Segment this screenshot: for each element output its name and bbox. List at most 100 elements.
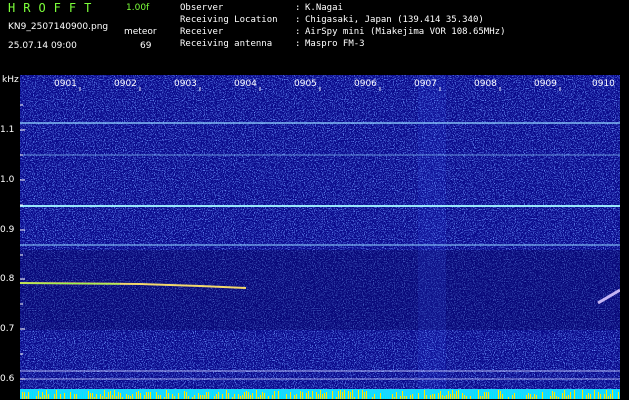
- y-tick-label: 0.9: [0, 225, 15, 235]
- signal-level-bar: [568, 395, 569, 399]
- signal-level-bar: [462, 393, 463, 399]
- signal-level-bar: [282, 396, 283, 399]
- signal-level-bar: [54, 394, 55, 399]
- signal-level-bar: [562, 393, 563, 399]
- y-tick-label: 1.0: [0, 175, 15, 185]
- signal-level-bar: [616, 390, 617, 399]
- signal-level-bar: [396, 392, 397, 399]
- meta-location: Receiving Location: Chigasaki, Japan (139…: [180, 15, 484, 25]
- signal-level-bar: [520, 393, 521, 399]
- signal-level-bar: [500, 391, 501, 399]
- signal-level-bar: [430, 395, 431, 399]
- signal-level-bar: [446, 395, 447, 399]
- x-tick-label: 0902: [114, 79, 137, 89]
- signal-level-bar: [178, 393, 179, 399]
- signal-level-bar: [600, 394, 601, 399]
- signal-level-bar: [594, 390, 595, 399]
- spectrogram-plot: 0901 0902 0903 0904 0905 0906 0907 0908 …: [20, 75, 620, 399]
- signal-level-bar: [356, 397, 357, 399]
- signal-level-bar: [556, 396, 557, 399]
- signal-level-bar: [380, 393, 381, 399]
- signal-level-bar: [450, 394, 451, 399]
- signal-level-bar: [438, 393, 439, 399]
- signal-level-bar: [254, 393, 255, 399]
- signal-level-bar: [492, 392, 493, 399]
- meta-value: AirSpy mini (Miakejima VOR 108.65MHz): [305, 27, 506, 37]
- meta-key: Receiving Location: [180, 15, 278, 25]
- signal-level-bar: [424, 390, 425, 399]
- signal-level-bar: [28, 392, 29, 399]
- signal-level-bar: [362, 390, 363, 399]
- signal-level-bar: [66, 392, 67, 399]
- signal-level-bar: [94, 397, 95, 399]
- meta-separator: :: [295, 39, 301, 49]
- signal-level-bar: [480, 396, 481, 399]
- x-tick-label: 0910: [592, 79, 615, 89]
- signal-level-bar: [400, 396, 401, 399]
- signal-level-bar: [276, 392, 277, 399]
- signal-level-bar: [120, 393, 121, 399]
- signal-level-bar: [50, 391, 51, 399]
- signal-level-bar: [344, 390, 345, 399]
- signal-level-bar: [486, 392, 487, 399]
- x-tick-label: 0909: [534, 79, 557, 89]
- signal-level-bar: [384, 395, 385, 399]
- signal-level-bar: [578, 396, 579, 399]
- signal-level-bar: [614, 390, 615, 399]
- signal-level-bar: [372, 397, 373, 399]
- signal-level-bar: [506, 390, 507, 399]
- signal-level-bar: [192, 397, 193, 399]
- signal-level-bar: [350, 392, 351, 399]
- signal-level-bar: [156, 392, 157, 399]
- signal-level-bar: [262, 392, 263, 399]
- signal-level-bar: [222, 394, 223, 399]
- signal-level-bar: [574, 390, 575, 399]
- signal-level-bar: [546, 395, 547, 399]
- signal-level-bar: [432, 394, 433, 399]
- signal-level-bar: [218, 392, 219, 399]
- signal-level-bar: [258, 397, 259, 399]
- signal-level-bar: [314, 396, 315, 399]
- signal-level-bar: [386, 397, 387, 399]
- signal-level-bar: [434, 394, 435, 399]
- signal-level-bar: [170, 391, 171, 399]
- signal-level-bar: [588, 393, 589, 399]
- meta-value: Maspro FM-3: [305, 39, 365, 49]
- signal-level-bar: [70, 392, 71, 399]
- signal-level-bar: [298, 393, 299, 399]
- signal-level-bar: [470, 396, 471, 399]
- signal-level-bar: [128, 395, 129, 399]
- signal-level-bar: [206, 392, 207, 399]
- signal-level-bar: [496, 394, 497, 399]
- signal-level-bar: [332, 391, 333, 399]
- signal-level-bar: [300, 391, 301, 399]
- signal-level-bar: [40, 397, 41, 399]
- signal-level-bar: [290, 392, 291, 399]
- signal-level-bar: [304, 395, 305, 399]
- signal-level-bar: [522, 395, 523, 399]
- signal-level-bar: [86, 394, 87, 399]
- signal-level-bar: [534, 394, 535, 399]
- signal-level-bar: [328, 395, 329, 399]
- meta-separator: :: [295, 27, 301, 37]
- signal-level-bar: [228, 393, 229, 399]
- signal-level-bar: [550, 396, 551, 399]
- signal-level-bar: [132, 394, 133, 399]
- signal-level-bar: [478, 390, 479, 399]
- signal-level-bar: [566, 396, 567, 399]
- signal-level-bar: [504, 393, 505, 399]
- signal-level-bar: [548, 391, 549, 399]
- signal-level-bar: [278, 391, 279, 399]
- signal-level-bar: [112, 395, 113, 399]
- signal-level-bar: [376, 392, 377, 399]
- signal-level-bar: [140, 393, 141, 399]
- signal-level-bar: [422, 397, 423, 399]
- signal-level-bar: [560, 391, 561, 399]
- signal-level-bar: [46, 390, 47, 399]
- signal-level-bar: [36, 396, 37, 399]
- signal-level-bar: [596, 395, 597, 399]
- x-tick-label: 0904: [234, 79, 257, 89]
- signal-level-bar: [536, 395, 537, 399]
- signal-level-bar: [274, 391, 275, 399]
- signal-level-bar: [42, 392, 43, 399]
